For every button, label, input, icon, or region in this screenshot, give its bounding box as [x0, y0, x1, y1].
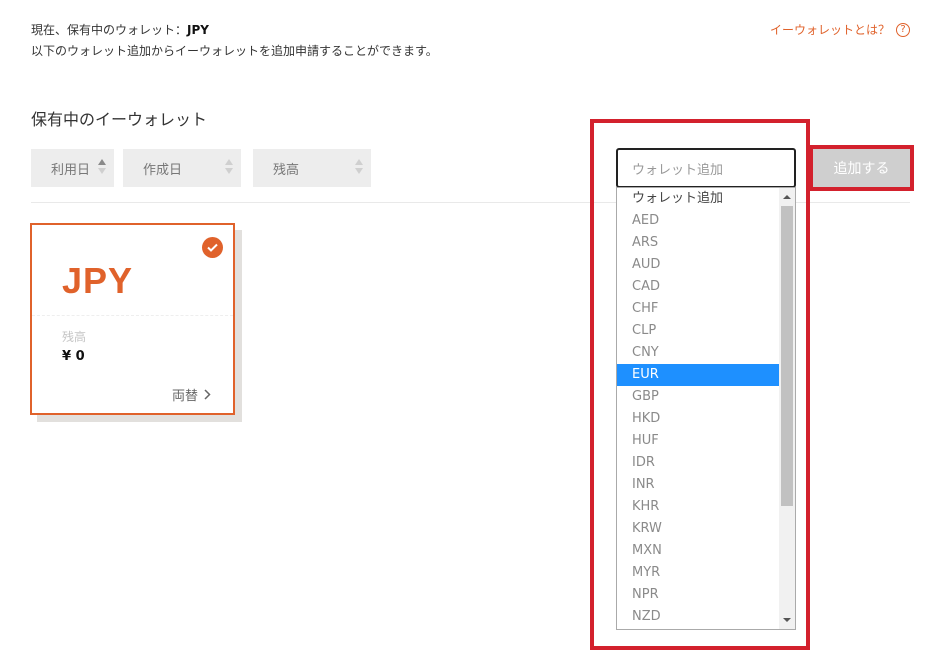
add-wallet-select[interactable]: ウォレット追加	[616, 148, 796, 188]
add-wallet-instructions: 以下のウォレット追加からイーウォレットを追加申請することができます。	[31, 44, 438, 58]
dropdown-option-aed[interactable]: AED	[617, 210, 779, 232]
dropdown-option-gbp[interactable]: GBP	[617, 386, 779, 408]
wallet-dropdown-list[interactable]: ウォレット追加 AED ARS AUD CAD CHF CLP CNY EUR …	[616, 187, 796, 630]
dropdown-option-khr[interactable]: KHR	[617, 496, 779, 518]
check-icon	[202, 237, 223, 258]
help-link-label: イーウォレットとは？	[769, 23, 890, 37]
add-wallet-button[interactable]: 追加する	[813, 149, 910, 187]
dropdown-option-cny[interactable]: CNY	[617, 342, 779, 364]
dropdown-option-chf[interactable]: CHF	[617, 298, 779, 320]
sort-label: 作成日	[143, 162, 183, 178]
exchange-label: 両替	[171, 389, 198, 404]
sort-arrows-icon	[98, 159, 106, 174]
dropdown-scrollbar[interactable]	[779, 188, 795, 629]
dropdown-option-hkd[interactable]: HKD	[617, 408, 779, 430]
dropdown-option-nzd[interactable]: NZD	[617, 606, 779, 628]
scroll-up-icon[interactable]	[783, 195, 791, 199]
chevron-right-icon	[204, 389, 211, 400]
dropdown-option-myr[interactable]: MYR	[617, 562, 779, 584]
dropdown-option-clp[interactable]: CLP	[617, 320, 779, 342]
sort-arrows-icon	[355, 159, 363, 174]
dropdown-option-ars[interactable]: ARS	[617, 232, 779, 254]
wallet-card-jpy[interactable]: JPY 残高 ¥ 0 両替	[30, 223, 235, 415]
dropdown-option-huf[interactable]: HUF	[617, 430, 779, 452]
sort-by-balance-button[interactable]: 残高	[253, 149, 371, 187]
scroll-down-icon[interactable]	[783, 618, 791, 622]
dropdown-option-idr[interactable]: IDR	[617, 452, 779, 474]
current-wallet-info: 現在、保有中のウォレット：JPY	[31, 21, 209, 38]
card-divider	[32, 315, 233, 316]
sort-by-usage-date-button[interactable]: 利用日	[31, 149, 114, 187]
e-wallet-help-link[interactable]: イーウォレットとは？ ?	[770, 21, 910, 38]
dropdown-option-npr[interactable]: NPR	[617, 584, 779, 606]
balance-label: 残高	[62, 330, 87, 344]
dropdown-option-cad[interactable]: CAD	[617, 276, 779, 298]
sort-arrows-icon	[225, 159, 233, 174]
dropdown-option-aud[interactable]: AUD	[617, 254, 779, 276]
dropdown-option-mxn[interactable]: MXN	[617, 540, 779, 562]
section-title: 保有中のイーウォレット	[31, 110, 208, 129]
sort-by-created-date-button[interactable]: 作成日	[123, 149, 241, 187]
current-wallet-prefix: 現在、保有中のウォレット：	[31, 23, 188, 37]
dropdown-option-krw[interactable]: KRW	[617, 518, 779, 540]
dropdown-option-eur[interactable]: EUR	[617, 364, 779, 386]
exchange-link[interactable]: 両替	[172, 385, 211, 404]
question-circle-icon: ?	[896, 22, 910, 37]
select-placeholder: ウォレット追加	[632, 162, 724, 178]
current-wallet-currency: JPY	[187, 23, 209, 37]
scrollbar-thumb[interactable]	[781, 206, 793, 506]
dropdown-option-inr[interactable]: INR	[617, 474, 779, 496]
wallet-currency: JPY	[62, 260, 134, 301]
dropdown-option-placeholder[interactable]: ウォレット追加	[617, 188, 779, 210]
sort-label: 残高	[273, 162, 300, 178]
balance-value: ¥ 0	[62, 349, 85, 364]
sort-label: 利用日	[51, 162, 91, 178]
